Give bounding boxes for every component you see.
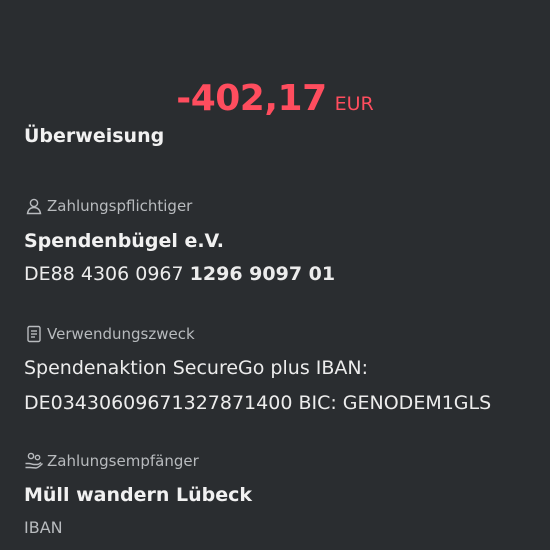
recipient-name: Müll wandern Lübeck xyxy=(24,484,252,506)
hand-coins-icon xyxy=(24,451,44,471)
payer-label: Zahlungspflichtiger xyxy=(47,197,193,215)
transaction-type: Überweisung xyxy=(24,125,165,147)
person-icon xyxy=(24,196,44,216)
purpose-line-1: Spendenaktion SecureGo plus IBAN: xyxy=(24,357,369,379)
purpose-section-label: Verwendungszweck xyxy=(24,324,195,344)
recipient-section-label: Zahlungsempfänger xyxy=(24,451,199,471)
amount-value: -402,17 xyxy=(176,78,327,119)
recipient-label: Zahlungsempfänger xyxy=(47,452,199,470)
purpose-label: Verwendungszweck xyxy=(47,325,195,343)
document-icon xyxy=(24,324,44,344)
payer-name: Spendenbügel e.V. xyxy=(24,230,225,252)
purpose-line-2: DE03430609671327871400 BIC: GENODEM1GLS xyxy=(24,392,492,414)
amount-display: -402,17 EUR xyxy=(0,78,550,119)
recipient-iban-label: IBAN xyxy=(24,518,63,537)
amount-currency: EUR xyxy=(334,93,374,115)
payer-section-label: Zahlungspflichtiger xyxy=(24,196,192,216)
payer-iban-prefix: DE88 4306 0967 xyxy=(24,263,184,285)
payer-iban: DE88 4306 0967 1296 9097 01 xyxy=(24,263,335,285)
payer-iban-suffix: 1296 9097 01 xyxy=(189,263,336,285)
